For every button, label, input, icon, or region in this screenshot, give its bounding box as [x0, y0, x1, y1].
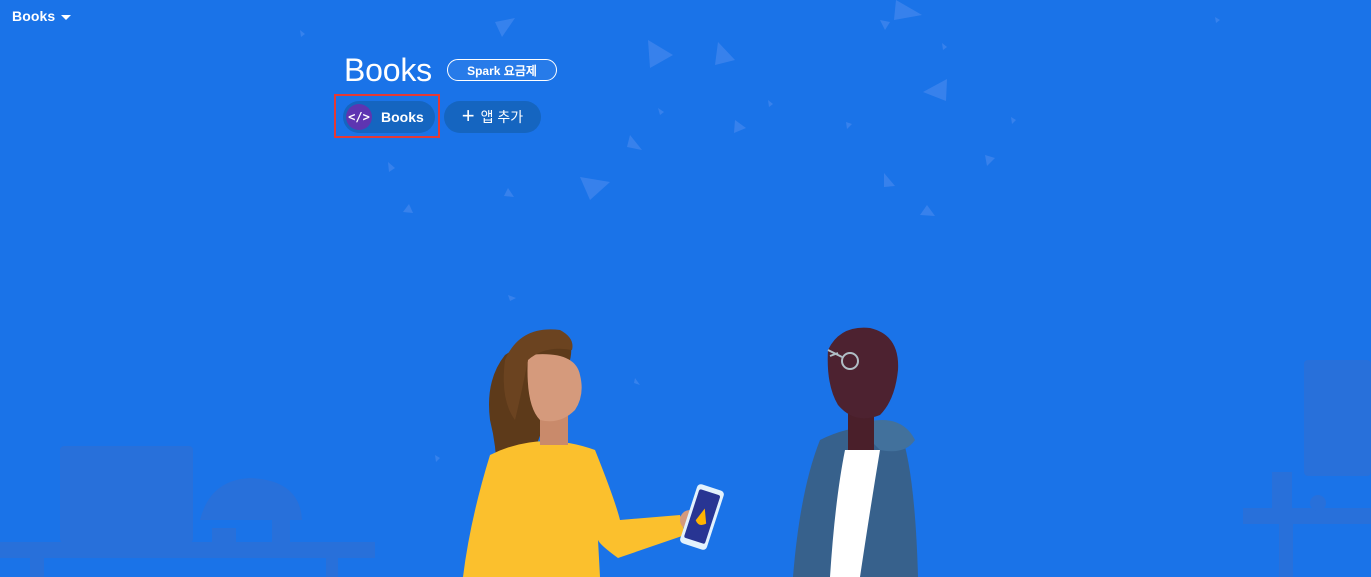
page-title: Books: [344, 52, 432, 88]
project-selector-label: Books: [12, 8, 56, 24]
add-app-label: 앱 추가: [480, 109, 524, 125]
app-chip-books[interactable]: </> Books: [343, 101, 435, 133]
code-icon: </>: [346, 104, 372, 130]
firebase-project-overview: Books Books Spark 요금제 </> Books + 앱 추가: [0, 0, 1371, 577]
plus-icon: +: [461, 103, 475, 128]
project-selector[interactable]: Books: [12, 7, 72, 25]
hero-illustration: [0, 0, 1371, 577]
chevron-down-icon: [61, 14, 72, 20]
app-chip-label: Books: [381, 109, 424, 125]
add-app-button[interactable]: + 앱 추가: [444, 101, 541, 133]
plan-badge[interactable]: Spark 요금제: [447, 59, 557, 81]
plan-badge-label: Spark 요금제: [467, 63, 537, 78]
